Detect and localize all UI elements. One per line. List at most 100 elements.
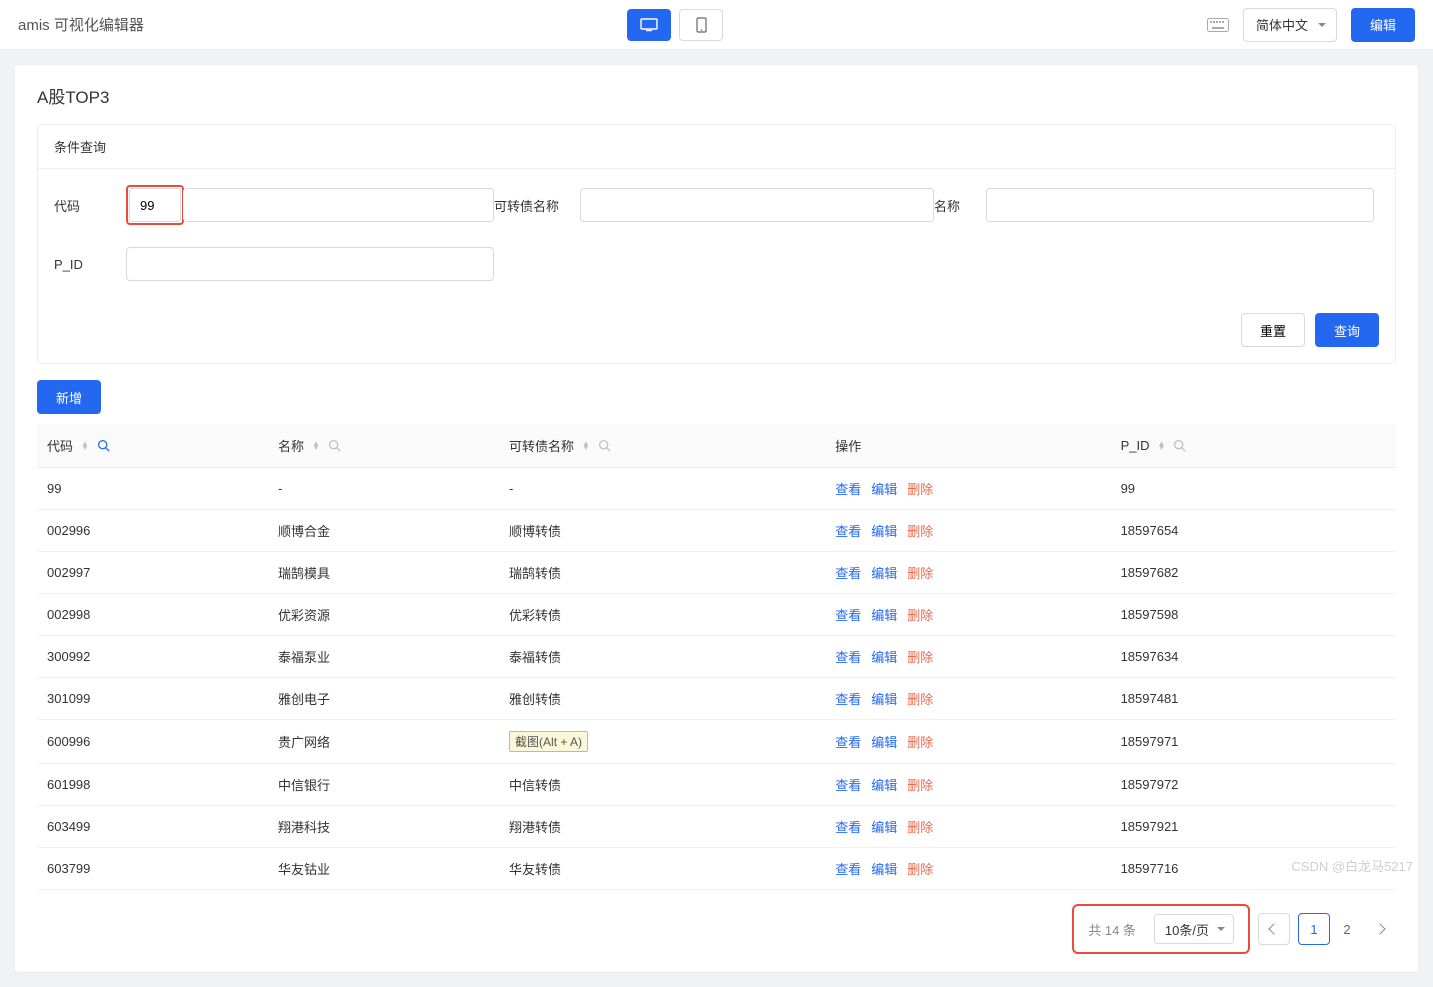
page-1-button[interactable]: 1 (1298, 913, 1330, 945)
filter-bond-label: 可转债名称 (494, 196, 580, 215)
cell-name: 翔港科技 (268, 806, 499, 848)
edit-link[interactable]: 编辑 (871, 862, 897, 877)
search-icon[interactable] (1173, 439, 1186, 452)
page-size-select[interactable]: 10条/页 (1154, 914, 1234, 944)
cell-ops: 查看编辑删除 (825, 552, 1110, 594)
page-size-label: 10条/页 (1165, 920, 1209, 939)
table-row: 99--查看编辑删除99 (37, 468, 1396, 510)
th-ops: 操作 (825, 424, 1110, 468)
th-name[interactable]: 名称 ▲▼ (268, 424, 499, 468)
cell-bond: 泰福转债 (499, 636, 825, 678)
th-code[interactable]: 代码 ▲▼ (37, 424, 268, 468)
cell-ops: 查看编辑删除 (825, 720, 1110, 764)
view-link[interactable]: 查看 (835, 820, 861, 835)
edit-link[interactable]: 编辑 (871, 650, 897, 665)
delete-link[interactable]: 删除 (907, 692, 933, 707)
add-button[interactable]: 新增 (37, 380, 101, 414)
cell-name: 瑞鹄模具 (268, 552, 499, 594)
cell-bond: 瑞鹄转债 (499, 552, 825, 594)
filter-code-input-ext[interactable] (183, 188, 494, 222)
cell-code: 600996 (37, 720, 268, 764)
query-button[interactable]: 查询 (1315, 313, 1379, 347)
edit-link[interactable]: 编辑 (871, 482, 897, 497)
edit-link[interactable]: 编辑 (871, 820, 897, 835)
th-code-label: 代码 (47, 436, 73, 455)
search-icon[interactable] (598, 439, 611, 452)
view-link[interactable]: 查看 (835, 650, 861, 665)
search-icon[interactable] (97, 439, 110, 452)
device-mobile-button[interactable] (679, 9, 723, 41)
device-desktop-button[interactable] (627, 9, 671, 41)
table-row: 603499翔港科技翔港转债查看编辑删除18597921 (37, 806, 1396, 848)
total-text: 共 14 条 (1088, 920, 1136, 939)
view-link[interactable]: 查看 (835, 524, 861, 539)
table-row: 002996顺博合金顺博转债查看编辑删除18597654 (37, 510, 1396, 552)
view-link[interactable]: 查看 (835, 778, 861, 793)
cell-pid: 99 (1111, 468, 1396, 510)
view-link[interactable]: 查看 (835, 608, 861, 623)
next-page-button[interactable] (1364, 913, 1396, 945)
query-panel-title: 条件查询 (38, 125, 1395, 169)
keyboard-icon[interactable] (1207, 18, 1229, 32)
pager: 1 2 (1258, 913, 1396, 945)
sort-icon[interactable]: ▲▼ (312, 442, 320, 450)
cell-bond: 翔港转债 (499, 806, 825, 848)
cell-pid: 18597972 (1111, 764, 1396, 806)
cell-name: 雅创电子 (268, 678, 499, 720)
cell-code: 301099 (37, 678, 268, 720)
mobile-icon (696, 17, 707, 33)
cell-pid: 18597971 (1111, 720, 1396, 764)
delete-link[interactable]: 删除 (907, 482, 933, 497)
prev-page-button[interactable] (1258, 913, 1290, 945)
edit-link[interactable]: 编辑 (871, 608, 897, 623)
filter-bond-input[interactable] (580, 188, 934, 222)
edit-link[interactable]: 编辑 (871, 692, 897, 707)
cell-name: 泰福泵业 (268, 636, 499, 678)
edit-link[interactable]: 编辑 (871, 735, 897, 750)
edit-link[interactable]: 编辑 (871, 778, 897, 793)
delete-link[interactable]: 删除 (907, 524, 933, 539)
cell-bond: 华友转债 (499, 848, 825, 890)
delete-link[interactable]: 删除 (907, 566, 933, 581)
sort-icon[interactable]: ▲▼ (582, 442, 590, 450)
filter-pid-input[interactable] (126, 247, 494, 281)
delete-link[interactable]: 删除 (907, 735, 933, 750)
delete-link[interactable]: 删除 (907, 862, 933, 877)
table-row: 300992泰福泵业泰福转债查看编辑删除18597634 (37, 636, 1396, 678)
table-row: 600996贵广网络截图(Alt + A)查看编辑删除18597971 (37, 720, 1396, 764)
view-link[interactable]: 查看 (835, 735, 861, 750)
filter-code: 代码 (54, 185, 494, 225)
th-bond[interactable]: 可转债名称 ▲▼ (499, 424, 825, 468)
sort-icon[interactable]: ▲▼ (1157, 442, 1165, 450)
view-link[interactable]: 查看 (835, 566, 861, 581)
page-2-button[interactable]: 2 (1338, 922, 1356, 937)
cell-ops: 查看编辑删除 (825, 764, 1110, 806)
table-row: 002998优彩资源优彩转债查看编辑删除18597598 (37, 594, 1396, 636)
view-link[interactable]: 查看 (835, 692, 861, 707)
th-bond-label: 可转债名称 (509, 436, 574, 455)
filter-code-input[interactable] (129, 188, 181, 222)
cell-code: 603799 (37, 848, 268, 890)
cell-name: - (268, 468, 499, 510)
language-label: 简体中文 (1256, 15, 1308, 34)
reset-button[interactable]: 重置 (1241, 313, 1305, 347)
sort-icon[interactable]: ▲▼ (81, 442, 89, 450)
view-link[interactable]: 查看 (835, 862, 861, 877)
page-size-group: 共 14 条 10条/页 (1072, 904, 1250, 954)
search-icon[interactable] (328, 439, 341, 452)
edit-link[interactable]: 编辑 (871, 524, 897, 539)
main-panel: A股TOP3 条件查询 代码 可转债名称 (14, 64, 1419, 973)
delete-link[interactable]: 删除 (907, 608, 933, 623)
delete-link[interactable]: 删除 (907, 650, 933, 665)
edit-link[interactable]: 编辑 (871, 566, 897, 581)
view-link[interactable]: 查看 (835, 482, 861, 497)
th-pid[interactable]: P_ID ▲▼ (1111, 424, 1396, 468)
delete-link[interactable]: 删除 (907, 820, 933, 835)
cell-code: 99 (37, 468, 268, 510)
delete-link[interactable]: 删除 (907, 778, 933, 793)
cell-bond: 中信转债 (499, 764, 825, 806)
edit-button[interactable]: 编辑 (1351, 8, 1415, 42)
filter-name-input[interactable] (986, 188, 1374, 222)
language-select[interactable]: 简体中文 (1243, 8, 1337, 42)
chevron-right-icon (1374, 923, 1385, 934)
